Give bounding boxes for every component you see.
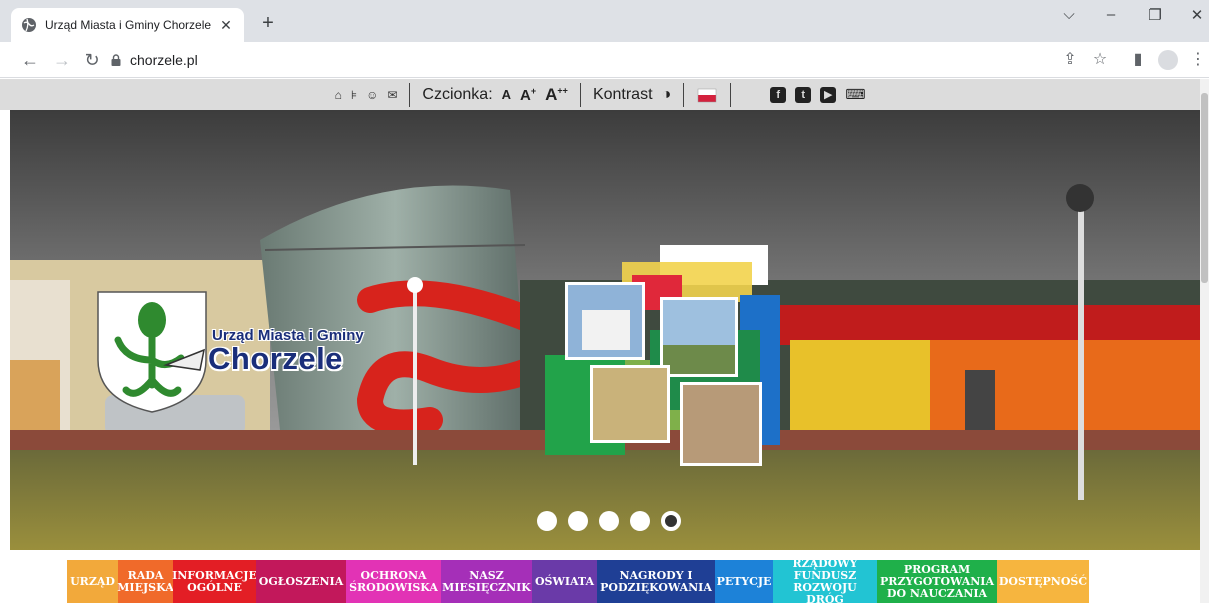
menu-item-label: URZĄD xyxy=(70,574,115,588)
separator xyxy=(730,82,732,107)
side-panel-icon[interactable]: ▮ xyxy=(1126,48,1150,72)
sitemap-icon[interactable]: ⊧ xyxy=(351,88,357,102)
youtube-icon[interactable]: ▶ xyxy=(820,86,837,103)
menu-item-label: OCHRONA ŚRODOWISKA xyxy=(349,568,438,594)
slide-dot-4[interactable] xyxy=(630,511,650,531)
window-close-button[interactable]: ✕ xyxy=(1180,6,1209,24)
font-size-label: Czcionka: xyxy=(422,85,493,103)
menu-item-rzadowy-fundusz[interactable]: RZĄDOWY FUNDUSZ ROZWOJU DRÓG xyxy=(773,556,877,603)
menu-item-label: PROGRAM PRZYGOTOWANIA DO NAUCZANIA xyxy=(880,562,994,600)
menu-item-ogloszenia[interactable]: OGŁOSZENIA xyxy=(256,560,346,603)
separator xyxy=(683,82,685,107)
menu-item-label: INFORMACJE OGÓLNE xyxy=(172,568,257,594)
contrast-label: Kontrast xyxy=(592,85,653,103)
restore-button[interactable]: ❐ xyxy=(1138,6,1172,24)
contacts-icon[interactable]: ☺ xyxy=(366,88,378,102)
forward-arrow-icon[interactable]: → xyxy=(50,48,74,72)
twitter-icon[interactable]: t xyxy=(795,86,812,103)
browser-toolbar: ← → ↻ chorzele.pl ⇪ ☆ ▮ ⋮ xyxy=(0,42,1209,78)
font-largest-sup: ++ xyxy=(557,84,568,95)
slide-dot-5[interactable] xyxy=(661,511,681,531)
font-larger-letter: A xyxy=(520,86,531,104)
reload-icon[interactable]: ↻ xyxy=(80,48,104,72)
url-text: chorzele.pl xyxy=(130,52,198,68)
slider-pagination xyxy=(537,511,681,531)
menu-item-label: DOSTĘPNOŚĆ xyxy=(998,574,1088,588)
tab-search-icon[interactable]: ⌵ xyxy=(1052,6,1086,23)
menu-item-label: OŚWIATA xyxy=(534,574,595,588)
coat-of-arms-logo[interactable] xyxy=(96,290,208,414)
menu-item-label: RZĄDOWY FUNDUSZ ROZWOJU DRÓG xyxy=(792,556,858,603)
facebook-icon[interactable]: f xyxy=(770,86,787,103)
menu-item-informacje-ogolne[interactable]: INFORMACJE OGÓLNE xyxy=(172,560,257,603)
home-icon[interactable]: ⌂ xyxy=(335,88,342,102)
menu-item-program-przygotowania[interactable]: PROGRAM PRZYGOTOWANIA DO NAUCZANIA xyxy=(877,560,997,603)
menu-item-label: RADA MIEJSKA xyxy=(117,568,174,594)
minimize-button[interactable]: – xyxy=(1094,6,1128,23)
browser-tab-strip: Urząd Miasta i Gminy Chorzele ✕ + ⌵ – ❐ … xyxy=(0,0,1209,42)
menu-item-rada-miejska[interactable]: RADA MIEJSKA xyxy=(117,560,174,603)
profile-avatar[interactable] xyxy=(1156,48,1180,72)
menu-item-petycje[interactable]: PETYCJE xyxy=(715,560,773,603)
brand-title: Chorzele xyxy=(208,341,343,376)
scrollbar-thumb[interactable] xyxy=(1201,93,1208,283)
menu-item-label: NAGRODY I PODZIĘKOWANIA xyxy=(600,568,712,594)
font-normal-button[interactable]: A xyxy=(502,87,511,102)
bip-flag-icon[interactable] xyxy=(696,86,718,104)
tab-title: Urząd Miasta i Gminy Chorzele xyxy=(45,18,212,32)
slide-dot-1[interactable] xyxy=(537,511,557,531)
slide-dot-3[interactable] xyxy=(599,511,619,531)
new-tab-button[interactable]: + xyxy=(256,12,280,36)
back-arrow-icon[interactable]: ← xyxy=(18,48,42,72)
browser-tab[interactable]: Urząd Miasta i Gminy Chorzele ✕ xyxy=(11,8,244,42)
menu-item-dostepnosc[interactable]: DOSTĘPNOŚĆ xyxy=(997,560,1089,603)
font-largest-letter: A xyxy=(545,84,558,104)
font-largest-button[interactable]: A++ xyxy=(545,85,568,105)
mail-icon[interactable]: ✉ xyxy=(387,88,397,102)
lock-icon xyxy=(111,54,121,66)
font-larger-sup: + xyxy=(530,85,537,96)
menu-item-ochrona-srodowiska[interactable]: OCHRONA ŚRODOWISKA xyxy=(346,560,441,603)
main-menu: URZĄD RADA MIEJSKA INFORMACJE OGÓLNE OGŁ… xyxy=(67,556,1089,603)
page-scrollbar[interactable] xyxy=(1200,79,1209,603)
contrast-icon[interactable]: ◑ xyxy=(662,86,672,104)
menu-item-oswiata[interactable]: OŚWIATA xyxy=(532,560,597,603)
menu-item-label: OGŁOSZENIA xyxy=(258,574,344,588)
menu-item-urzad[interactable]: URZĄD xyxy=(67,560,118,603)
accessibility-bar: ⌂ ⊧ ☺ ✉ Czcionka: A A+ A++ Kontrast ◑ f … xyxy=(0,79,1200,110)
menu-item-nasz-miesiecznik[interactable]: NASZ MIESIĘCZNIK xyxy=(441,560,532,603)
menu-kebab-icon[interactable]: ⋮ xyxy=(1186,48,1209,72)
slide-dot-2[interactable] xyxy=(568,511,588,531)
font-larger-button[interactable]: A+ xyxy=(520,86,536,104)
share-icon[interactable]: ⇪ xyxy=(1058,48,1082,72)
menu-item-label: NASZ MIESIĘCZNIK xyxy=(442,568,531,594)
address-bar[interactable]: chorzele.pl xyxy=(110,47,1070,73)
keyboard-icon[interactable]: ⌨ xyxy=(845,86,865,103)
separator xyxy=(579,82,581,107)
separator xyxy=(409,82,411,107)
menu-item-nagrody[interactable]: NAGRODY I PODZIĘKOWANIA xyxy=(597,560,715,603)
bookmark-star-icon[interactable]: ☆ xyxy=(1088,48,1112,72)
globe-icon xyxy=(22,18,36,32)
menu-item-label: PETYCJE xyxy=(716,574,772,588)
tab-close-icon[interactable]: ✕ xyxy=(218,17,234,34)
